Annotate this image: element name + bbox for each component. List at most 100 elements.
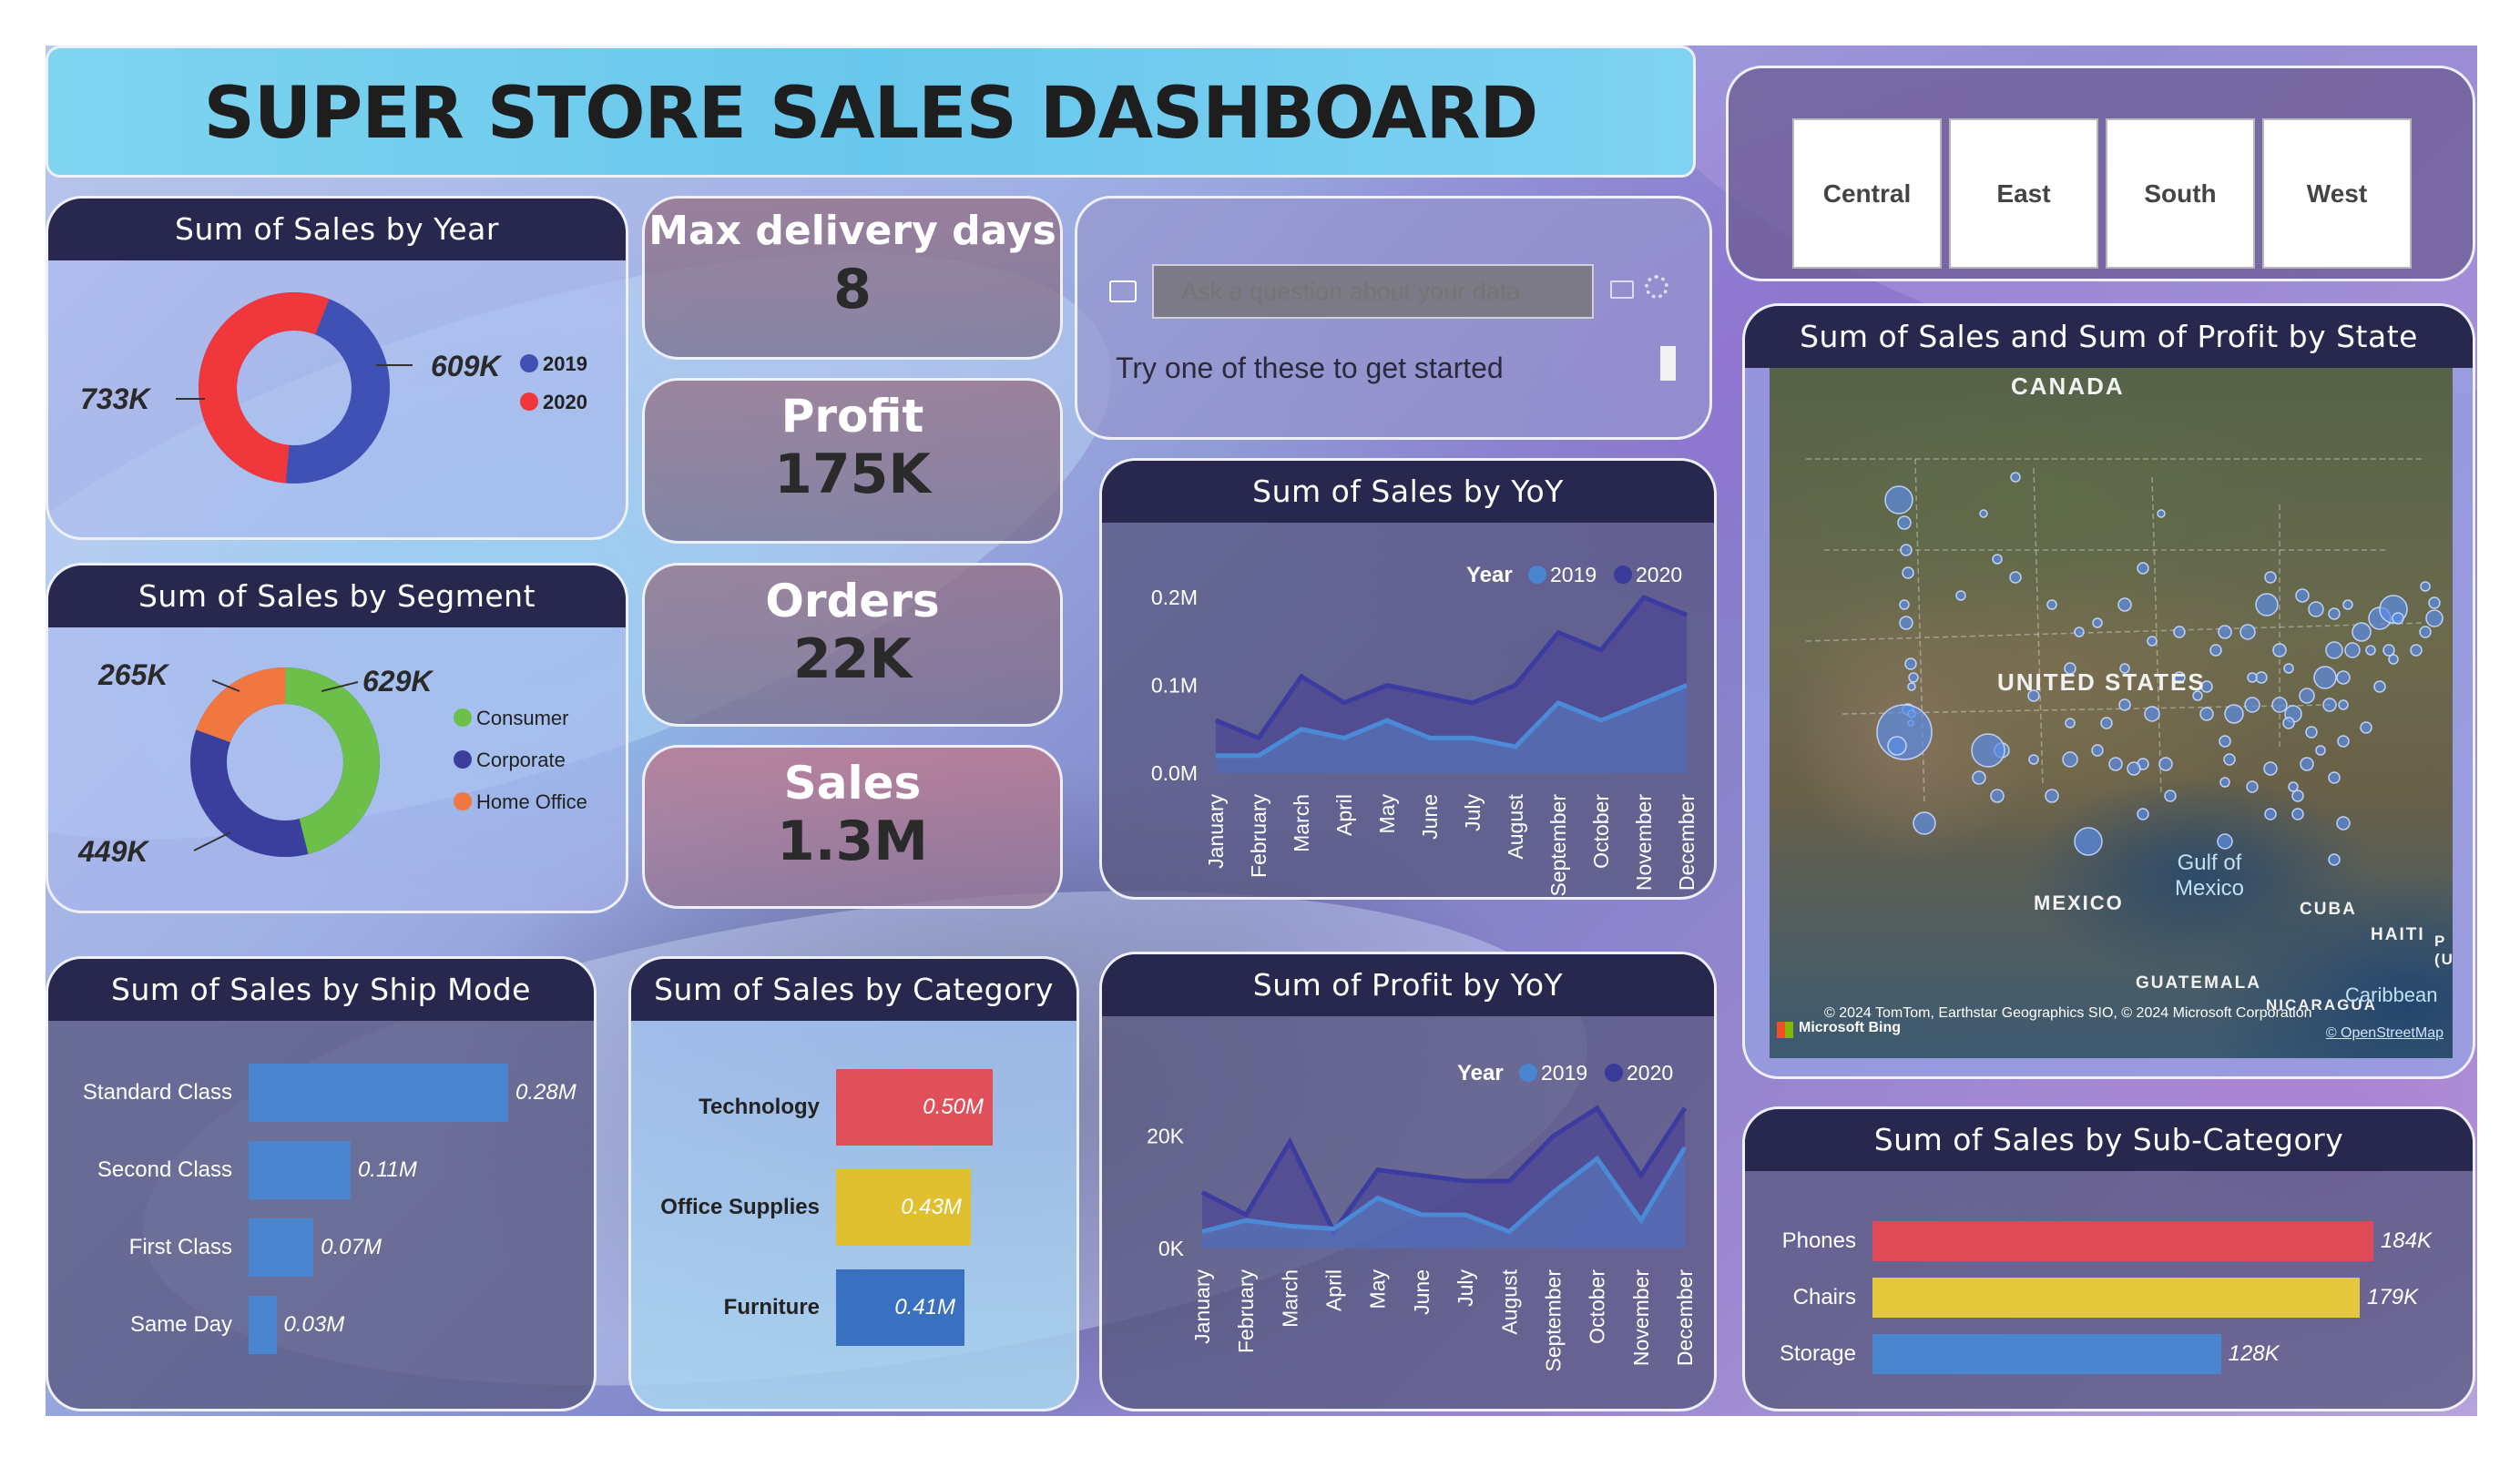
state-bubble[interactable] (2352, 622, 2372, 642)
state-bubble[interactable] (2199, 707, 2214, 721)
state-bubble[interactable] (2074, 627, 2085, 637)
state-bubble[interactable] (2224, 704, 2244, 724)
region-button-east[interactable]: East (1949, 118, 2098, 269)
state-bubble[interactable] (2255, 671, 2268, 684)
state-bubble[interactable] (2313, 666, 2337, 689)
state-bubble[interactable] (2247, 672, 2258, 683)
region-button-west[interactable]: West (2262, 118, 2412, 269)
state-bubble[interactable] (2291, 790, 2304, 802)
state-bubble[interactable] (2065, 718, 2076, 728)
state-bubble[interactable] (2219, 777, 2230, 788)
state-bubble[interactable] (1992, 554, 2003, 565)
state-bubble[interactable] (2428, 596, 2441, 609)
state-bubble[interactable] (1899, 599, 1910, 610)
state-bubble[interactable] (2365, 645, 2376, 656)
state-bubble[interactable] (2209, 644, 2222, 657)
state-bubble[interactable] (1897, 515, 1912, 530)
state-bubble[interactable] (2328, 607, 2341, 620)
state-bubble[interactable] (2074, 827, 2103, 856)
state-bubble[interactable] (2108, 757, 2123, 771)
qa-input[interactable] (1152, 264, 1594, 319)
state-bubble[interactable] (2344, 642, 2361, 658)
state-bubble[interactable] (2127, 761, 2141, 776)
state-bubble[interactable] (2009, 571, 2022, 584)
state-bubble[interactable] (2288, 781, 2299, 792)
region-button-central[interactable]: Central (1792, 118, 1942, 269)
state-bubble[interactable] (2147, 636, 2158, 647)
state-bubble[interactable] (2158, 757, 2173, 771)
state-bubble[interactable] (2305, 726, 2318, 739)
state-bubble[interactable] (2322, 698, 2337, 712)
state-bubble[interactable] (2223, 753, 2236, 766)
bar[interactable] (1872, 1221, 2373, 1261)
state-bubble[interactable] (2028, 754, 2039, 765)
state-bubble[interactable] (2092, 617, 2103, 628)
state-bubble[interactable] (1955, 590, 1966, 601)
state-bubble[interactable] (2091, 744, 2104, 757)
state-bubble[interactable] (2218, 625, 2232, 639)
state-bubble[interactable] (2328, 853, 2341, 866)
state-bubble[interactable] (2325, 641, 2343, 659)
state-bubble[interactable] (2239, 624, 2256, 640)
state-bubble[interactable] (2164, 790, 2177, 802)
state-bubble[interactable] (2336, 816, 2351, 830)
state-bubble[interactable] (2282, 717, 2295, 729)
state-bubble[interactable] (1972, 770, 1986, 785)
state-bubble[interactable] (2264, 571, 2277, 584)
region-button-south[interactable]: South (2106, 118, 2255, 269)
state-bubble[interactable] (2382, 644, 2395, 657)
state-bubble[interactable] (2291, 808, 2304, 820)
satellite-map[interactable]: CANADA UNITED STATES MEXICO Gulf of Mexi… (1770, 368, 2453, 1058)
state-bubble[interactable] (2100, 717, 2113, 729)
state-bubble[interactable] (2283, 663, 2294, 674)
state-bubble[interactable] (1884, 485, 1913, 515)
state-bubble[interactable] (1979, 509, 1988, 518)
qa-scrollbar[interactable] (1660, 346, 1676, 381)
state-bubble[interactable] (1902, 566, 1914, 579)
state-bubble[interactable] (1907, 682, 1916, 691)
state-bubble[interactable] (2337, 735, 2350, 748)
state-bubble[interactable] (2217, 833, 2233, 850)
state-bubble[interactable] (2045, 789, 2059, 803)
state-bubble[interactable] (2244, 697, 2260, 713)
state-bubble[interactable] (2295, 588, 2310, 603)
state-bubble[interactable] (2336, 670, 2351, 685)
state-bubble[interactable] (2392, 612, 2404, 625)
state-bubble[interactable] (1913, 811, 1936, 835)
state-bubble[interactable] (2373, 680, 2386, 693)
state-bubble[interactable] (2271, 697, 2288, 713)
bar[interactable] (1872, 1334, 2221, 1374)
state-bubble[interactable] (2144, 706, 2160, 722)
state-bubble[interactable] (2263, 761, 2278, 776)
state-bubble[interactable] (2118, 698, 2131, 711)
state-bubble[interactable] (2255, 593, 2279, 616)
state-bubble[interactable] (2425, 609, 2443, 627)
settings-gear-icon[interactable] (1645, 275, 1668, 299)
state-bubble[interactable] (2046, 599, 2057, 610)
state-bubble[interactable] (2410, 644, 2423, 657)
state-bubble[interactable] (2300, 757, 2314, 771)
state-bubble[interactable] (2010, 472, 2021, 483)
state-bubble[interactable] (1887, 736, 1907, 756)
state-bubble[interactable] (2219, 735, 2231, 748)
bar[interactable] (249, 1218, 314, 1277)
state-bubble[interactable] (2137, 562, 2149, 575)
share-icon[interactable] (1610, 280, 1634, 299)
state-bubble[interactable] (2328, 771, 2341, 784)
state-bubble[interactable] (2360, 721, 2372, 734)
state-bubble[interactable] (1900, 544, 1913, 556)
state-bubble[interactable] (2173, 626, 2186, 638)
state-bubble[interactable] (2308, 601, 2324, 617)
state-bubble[interactable] (1971, 733, 2005, 768)
state-bubble[interactable] (2315, 745, 2326, 756)
state-bubble[interactable] (2157, 509, 2166, 518)
bar[interactable] (249, 1141, 351, 1199)
state-bubble[interactable] (2419, 626, 2432, 638)
state-bubble[interactable] (2342, 599, 2353, 610)
openstreetmap-link[interactable]: © OpenStreetMap (2326, 1025, 2443, 1042)
state-bubble[interactable] (1904, 657, 1917, 670)
state-bubble[interactable] (2420, 581, 2431, 592)
state-bubble[interactable] (2299, 688, 2315, 704)
state-bubble[interactable] (2062, 751, 2078, 768)
bar[interactable] (1872, 1278, 2361, 1318)
